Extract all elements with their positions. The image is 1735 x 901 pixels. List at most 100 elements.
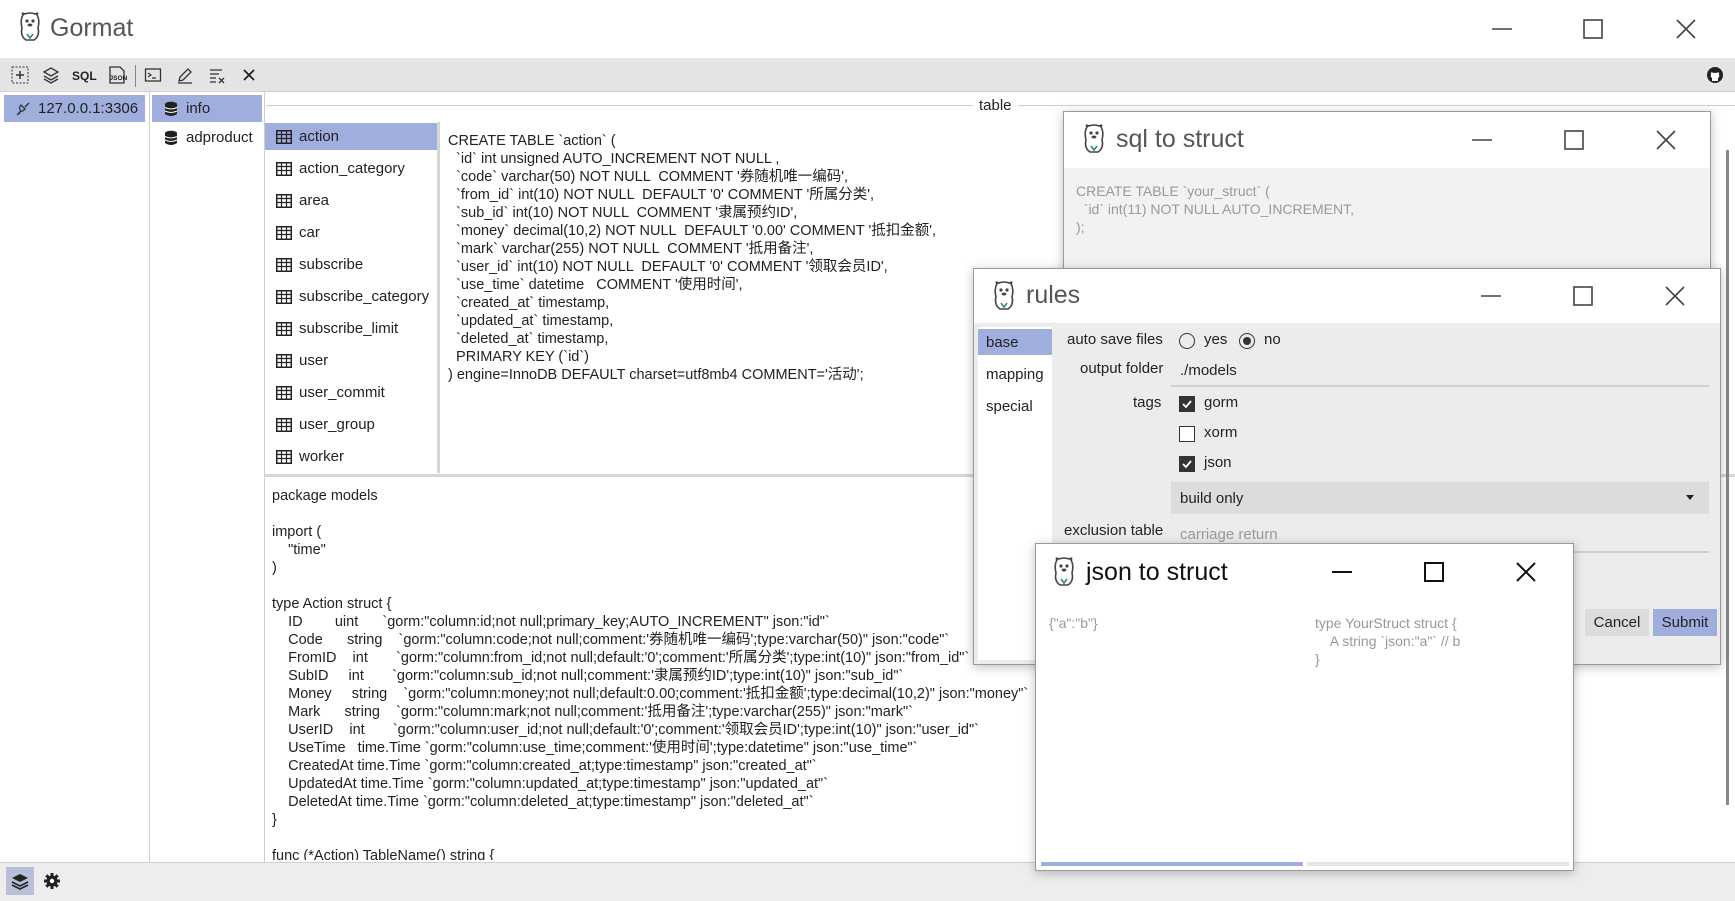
- build-mode-select[interactable]: build only: [1171, 482, 1709, 514]
- minimize-icon[interactable]: [1471, 276, 1511, 316]
- table-item-subscribe-limit[interactable]: subscribe_limit: [265, 315, 437, 342]
- json-to-struct-titlebar: json to struct: [1036, 544, 1573, 600]
- table-icon: [275, 224, 293, 242]
- json-to-struct-window: json to struct {"a":"b"} type YourStruct…: [1035, 543, 1574, 871]
- go-struct-output[interactable]: package models import ( "time" ) type Ac…: [272, 487, 1037, 860]
- github-button[interactable]: [1702, 63, 1728, 87]
- close-tab-button[interactable]: [236, 63, 262, 87]
- app-logo-icon: [1084, 124, 1104, 153]
- table-item-label: user_group: [299, 416, 375, 433]
- table-item-user-commit[interactable]: user_commit: [265, 379, 437, 406]
- table-item-label: action_category: [299, 160, 405, 177]
- maximize-icon[interactable]: [1573, 9, 1613, 49]
- clear-list-button[interactable]: [204, 63, 230, 87]
- close-icon[interactable]: [1506, 552, 1546, 592]
- app-logo-icon: [1054, 557, 1074, 586]
- sql-input-placeholder: CREATE TABLE `your_struct` ( `id` int(11…: [1076, 183, 1354, 235]
- database-item-adproduct[interactable]: adproduct: [152, 124, 262, 151]
- table-icon: [275, 448, 293, 466]
- auto-save-yes-label: yes: [1204, 331, 1228, 348]
- database-item-info[interactable]: info: [152, 95, 262, 122]
- tag-json-checkbox[interactable]: [1179, 456, 1195, 472]
- json-input-area[interactable]: {"a":"b"}: [1049, 614, 1098, 632]
- json-button[interactable]: JSON: [104, 63, 130, 87]
- tag-xorm-checkbox[interactable]: [1179, 426, 1195, 442]
- table-item-worker[interactable]: worker: [265, 443, 437, 470]
- close-icon[interactable]: [1655, 276, 1695, 316]
- database-icon: [162, 100, 180, 118]
- edit-button[interactable]: [172, 63, 198, 87]
- svg-text:JSON: JSON: [110, 75, 128, 82]
- toolbar: SQL JSON: [0, 59, 1735, 92]
- cancel-button[interactable]: Cancel: [1585, 609, 1649, 636]
- github-icon: [1707, 67, 1723, 83]
- add-icon: [11, 66, 29, 84]
- add-connection-button[interactable]: [7, 63, 33, 87]
- layers-icon: [11, 874, 29, 890]
- tag-xorm-label: xorm: [1204, 424, 1238, 441]
- maximize-icon[interactable]: [1563, 276, 1603, 316]
- connection-list: 127.0.0.1:3306: [0, 92, 150, 862]
- table-item-area[interactable]: area: [265, 187, 437, 214]
- table-icon: [275, 416, 293, 434]
- auto-save-yes-radio[interactable]: [1179, 333, 1195, 349]
- table-item-user[interactable]: user: [265, 347, 437, 374]
- main-scrollbar[interactable]: [1726, 150, 1729, 805]
- table-item-action-category[interactable]: action_category: [265, 155, 437, 182]
- sql-create-statement[interactable]: CREATE TABLE `action` ( `id` int unsigne…: [448, 132, 1058, 472]
- sql-input-area[interactable]: CREATE TABLE `your_struct` ( `id` int(11…: [1064, 168, 1710, 272]
- table-item-label: subscribe_limit: [299, 320, 399, 337]
- table-item-car[interactable]: car: [265, 219, 437, 246]
- struct-pane-scrollbar[interactable]: [1307, 862, 1569, 866]
- table-item-action[interactable]: action: [265, 123, 437, 150]
- table-item-label: user: [299, 352, 329, 369]
- settings-button[interactable]: [40, 869, 64, 893]
- tab-mapping[interactable]: mapping: [978, 361, 1052, 387]
- minimize-icon[interactable]: [1482, 9, 1522, 49]
- connection-item[interactable]: 127.0.0.1:3306: [4, 95, 145, 122]
- database-label: info: [186, 100, 211, 117]
- close-icon[interactable]: [1646, 120, 1686, 160]
- close-icon: [243, 69, 255, 81]
- pencil-icon: [178, 68, 192, 84]
- auto-save-no-radio[interactable]: [1239, 333, 1255, 349]
- maximize-icon[interactable]: [1554, 120, 1594, 160]
- terminal-icon: [144, 68, 162, 82]
- auto-save-label: auto save files: [1067, 331, 1163, 348]
- table-list: action action_categoryarea car subscribe sub…: [265, 122, 440, 473]
- tag-gorm-checkbox[interactable]: [1179, 396, 1195, 412]
- table-icon: [275, 160, 293, 178]
- json-to-struct-body: {"a":"b"} type YourStruct struct { A str…: [1037, 600, 1572, 868]
- json-pane-scrollbar[interactable]: [1041, 862, 1303, 866]
- table-item-subscribe[interactable]: subscribe: [265, 251, 437, 278]
- sql-icon: SQL: [72, 69, 97, 83]
- minimize-icon[interactable]: [1322, 552, 1362, 592]
- toolbar-separator: [135, 65, 136, 87]
- sql-button[interactable]: SQL: [70, 63, 100, 87]
- table-icon: [275, 128, 293, 146]
- output-folder-input[interactable]: ./models: [1171, 353, 1709, 387]
- minimize-icon[interactable]: [1462, 120, 1502, 160]
- table-item-subscribe-category[interactable]: subscribe_category: [265, 283, 437, 310]
- table-item-user-group[interactable]: user_group: [265, 411, 437, 438]
- layers-button[interactable]: [38, 63, 64, 87]
- tags-label: tags: [1133, 394, 1162, 411]
- table-section-label: table: [973, 97, 1018, 114]
- terminal-button[interactable]: [140, 63, 166, 87]
- layers-status-button[interactable]: [6, 867, 34, 895]
- layers-icon: [42, 67, 60, 84]
- list-clear-icon: [210, 69, 225, 84]
- table-item-label: area: [299, 192, 330, 209]
- exclusion-table-label: exclusion table: [1064, 522, 1164, 539]
- app-logo-icon: [994, 281, 1014, 310]
- submit-button[interactable]: Submit: [1653, 609, 1717, 636]
- json-icon: JSON: [109, 66, 128, 84]
- tab-base[interactable]: base: [978, 329, 1052, 355]
- window-title: sql to struct: [1116, 125, 1244, 153]
- connection-icon: [14, 100, 32, 118]
- tab-special[interactable]: special: [978, 393, 1052, 419]
- tag-gorm-label: gorm: [1204, 394, 1239, 411]
- close-icon[interactable]: [1666, 9, 1706, 49]
- struct-output-area[interactable]: type YourStruct struct { A string `json:…: [1315, 614, 1460, 668]
- maximize-icon[interactable]: [1414, 552, 1454, 592]
